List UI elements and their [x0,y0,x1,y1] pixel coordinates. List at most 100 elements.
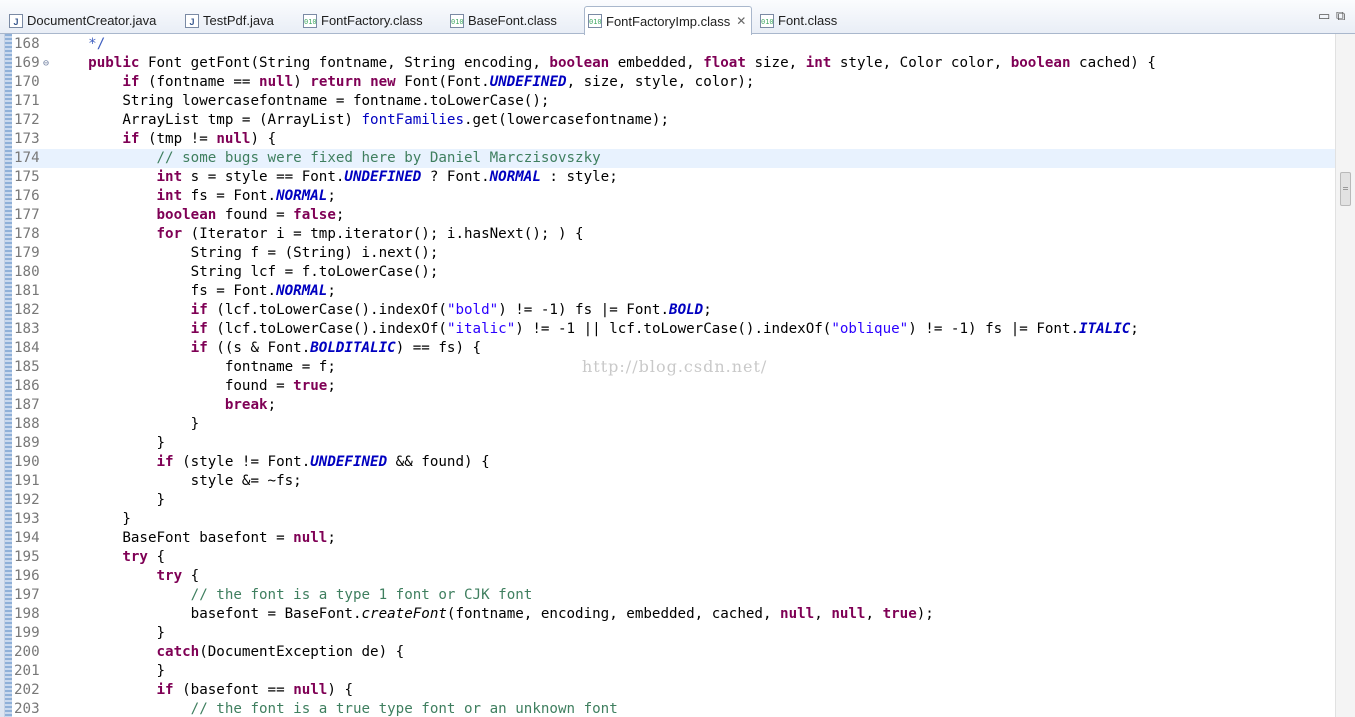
class-file-icon: 010 [303,13,317,28]
code-line[interactable]: 177 boolean found = false; [12,206,1335,225]
line-number: 184 [14,340,40,356]
code-line[interactable]: 184 if ((s & Font.BOLDITALIC) == fs) { [12,339,1335,358]
code-text: String lowercasefontname = fontname.toLo… [54,93,550,109]
line-number: 190 [14,454,40,470]
code-line[interactable]: 193 } [12,510,1335,529]
code-line[interactable]: 201 } [12,662,1335,681]
restore-icon[interactable]: ⧉ [1336,9,1345,24]
line-number: 203 [14,701,40,717]
code-line[interactable]: 182 if (lcf.toLowerCase().indexOf("bold"… [12,301,1335,320]
code-text: if (tmp != null) { [122,131,277,147]
code-text: try { [122,549,166,565]
code-line[interactable]: 175 int s = style == Font.UNDEFINED ? Fo… [12,168,1335,187]
code-text: } [54,663,166,679]
code-line[interactable]: 172 ArrayList tmp = (ArrayList) fontFami… [12,111,1335,130]
code-line[interactable]: 179 String f = (String) i.next(); [12,244,1335,263]
code-text: catch(DocumentException de) { [156,644,405,660]
code-line[interactable]: 168 */ [12,35,1335,54]
code-line[interactable]: 183 if (lcf.toLowerCase().indexOf("itali… [12,320,1335,339]
code-text: style &= ~fs; [54,473,302,489]
code-line[interactable]: 200 catch(DocumentException de) { [12,643,1335,662]
watermark: http://blog.csdn.net/ [582,357,768,376]
line-number: 174 [14,150,40,166]
code-text: if ((s & Font.BOLDITALIC) == fs) { [190,340,482,356]
code-line[interactable]: 191 style &= ~fs; [12,472,1335,491]
code-text: if (lcf.toLowerCase().indexOf("italic") … [190,321,1139,337]
java-file-icon: J [185,13,199,28]
line-number: 169 [14,55,40,71]
tab-label: TestPdf.java [203,13,274,28]
code-line[interactable]: 190 if (style != Font.UNDEFINED && found… [12,453,1335,472]
code-line[interactable]: 171 String lowercasefontname = fontname.… [12,92,1335,111]
code-text: found = true; [54,378,336,394]
scrollbar-thumb[interactable] [1340,172,1351,206]
code-line[interactable]: 197 // the font is a type 1 font or CJK … [12,586,1335,605]
tab-font-class[interactable]: 010 Font.class [757,7,847,34]
line-number: 201 [14,663,40,679]
class-file-icon: 010 [760,13,774,28]
line-number: 170 [14,74,40,90]
line-number: 175 [14,169,40,185]
class-file-icon: 010 [450,13,464,28]
code-line[interactable]: 188 } [12,415,1335,434]
code-line[interactable]: 189 } [12,434,1335,453]
code-line[interactable]: 174 // some bugs were fixed here by Dani… [12,149,1335,168]
vertical-scrollbar[interactable] [1335,34,1355,717]
line-number: 187 [14,397,40,413]
code-line[interactable]: 202 if (basefont == null) { [12,681,1335,700]
tab-fontfactory-class[interactable]: 010 FontFactory.class [300,7,436,34]
code-text: if (lcf.toLowerCase().indexOf("bold") !=… [190,302,712,318]
close-tab-icon[interactable]: ✕ [736,14,746,28]
code-text: boolean found = false; [156,207,345,223]
tab-fontfactoryimp-class[interactable]: 010 FontFactoryImp.class ✕ [584,6,752,35]
line-number: 188 [14,416,40,432]
code-line[interactable]: 199 } [12,624,1335,643]
code-line[interactable]: 187 break; [12,396,1335,415]
code-line[interactable]: 180 String lcf = f.toLowerCase(); [12,263,1335,282]
code-line[interactable]: 186 found = true; [12,377,1335,396]
code-text: // the font is a type 1 font or CJK font [190,587,533,603]
code-line[interactable]: 203 // the font is a true type font or a… [12,700,1335,717]
line-number: 197 [14,587,40,603]
code-line[interactable]: 173 if (tmp != null) { [12,130,1335,149]
line-number: 182 [14,302,40,318]
tab-basefont-class[interactable]: 010 BaseFont.class [447,7,577,34]
code-line[interactable]: 170 if (fontname == null) return new Fon… [12,73,1335,92]
code-line[interactable]: 196 try { [12,567,1335,586]
line-number: 178 [14,226,40,242]
line-number: 189 [14,435,40,451]
code-text: // the font is a true type font or an un… [190,701,618,717]
tab-label: FontFactoryImp.class [606,13,731,29]
line-number: 181 [14,283,40,299]
tab-label: FontFactory.class [321,13,423,28]
line-number: 186 [14,378,40,394]
code-text: int s = style == Font.UNDEFINED ? Font.N… [156,169,618,185]
code-line[interactable]: 198 basefont = BaseFont.createFont(fontn… [12,605,1335,624]
tab-testpdf-java[interactable]: J TestPdf.java [182,7,294,34]
code-line[interactable]: 192 } [12,491,1335,510]
minimize-icon[interactable]: ▭ [1318,9,1330,24]
code-text: String f = (String) i.next(); [54,245,439,261]
code-line[interactable]: 178 for (Iterator i = tmp.iterator(); i.… [12,225,1335,244]
code-line[interactable]: 181 fs = Font.NORMAL; [12,282,1335,301]
code-line[interactable]: 169 ⊖ public Font getFont(String fontname… [12,54,1335,73]
line-number: 191 [14,473,40,489]
tab-documentcreator-java[interactable]: J DocumentCreator.java [6,7,174,34]
code-text: } [54,625,166,641]
fold-toggle-icon[interactable]: ⊖ [43,54,49,73]
line-number: 172 [14,112,40,128]
code-text: fontname = f; [54,359,336,375]
line-number: 193 [14,511,40,527]
line-number: 179 [14,245,40,261]
code-text: int fs = Font.NORMAL; [156,188,336,204]
code-line[interactable]: 176 int fs = Font.NORMAL; [12,187,1335,206]
code-text: } [54,416,200,432]
code-text: // some bugs were fixed here by Daniel M… [156,150,601,166]
code-line[interactable]: 194 BaseFont basefont = null; [12,529,1335,548]
annotation-ruler [5,34,12,717]
line-number: 183 [14,321,40,337]
code-line[interactable]: 195 try { [12,548,1335,567]
code-text: ArrayList tmp = (ArrayList) fontFamilies… [54,112,669,128]
code-text: BaseFont basefont = null; [54,530,336,546]
line-number: 192 [14,492,40,508]
